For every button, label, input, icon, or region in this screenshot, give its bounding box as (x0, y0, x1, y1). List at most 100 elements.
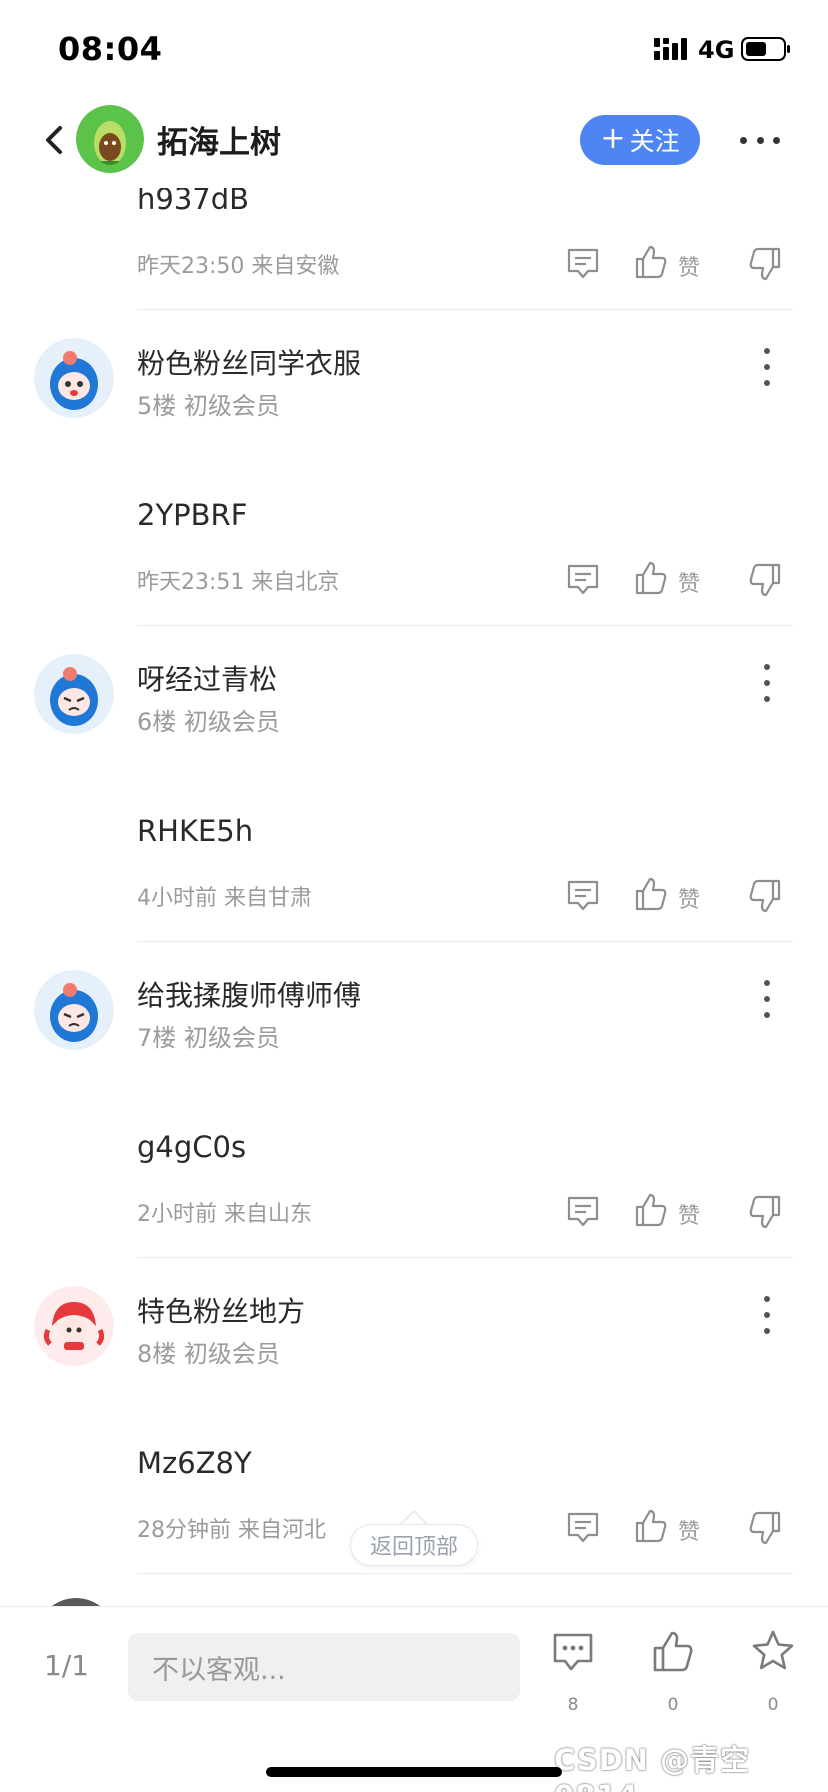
divider (137, 625, 793, 626)
dot-icon (764, 696, 770, 702)
forum-title[interactable]: 拓海上树 (157, 117, 281, 162)
dot-icon (764, 1328, 770, 1334)
like-button[interactable]: 0 (643, 1629, 703, 1715)
dot-icon (740, 136, 747, 144)
comment-icon[interactable] (566, 1510, 600, 1544)
bottom-bar: 1/1 不以客观... 8 0 0 CSDN @青空0814 (0, 1606, 828, 1792)
reply-actions: 赞 (566, 244, 786, 284)
favorite-count: 0 (767, 1695, 779, 1715)
top-nav: 拓海上树 + 关注 (0, 92, 828, 188)
reply-text: Mz6Z8Y (137, 1446, 252, 1480)
comment-icon[interactable] (566, 878, 600, 912)
reply-meta: 28分钟前 来自河北 (137, 1518, 326, 1543)
dot-icon (764, 996, 770, 1002)
reply-text: g4gC0s (137, 1130, 247, 1164)
reply-meta: 4小时前 来自甘肃 (137, 886, 312, 911)
reply-input[interactable]: 不以客观... (128, 1633, 520, 1701)
floor-menu-button[interactable] (760, 664, 774, 702)
reply-list: h937dB 昨天23:50 来自安徽 赞 粉色粉丝同学衣服 5楼 初级会员 2… (0, 188, 828, 1606)
dot-icon (764, 680, 770, 686)
user-level: 8楼 初级会员 (137, 1340, 280, 1368)
forum-avatar[interactable] (76, 105, 144, 173)
thumbs-up-icon[interactable] (634, 876, 668, 912)
battery-icon (741, 37, 790, 61)
like-label[interactable]: 赞 (678, 1198, 700, 1230)
thumbs-down-icon[interactable] (748, 246, 782, 282)
user-name[interactable]: 特色粉丝地方 (137, 1290, 305, 1330)
watermark: CSDN @青空0814 (554, 1743, 751, 1792)
floor-menu-button[interactable] (760, 980, 774, 1018)
user-avatar[interactable] (34, 970, 114, 1050)
avatar-icon (34, 1286, 114, 1366)
thumbs-down-icon[interactable] (748, 562, 782, 598)
thumbs-up-icon[interactable] (634, 1508, 668, 1544)
comment-icon[interactable] (566, 562, 600, 596)
thumbs-down-icon[interactable] (748, 1510, 782, 1546)
back-to-top-button[interactable]: 返回顶部 (350, 1524, 478, 1566)
page-indicator[interactable]: 1/1 (44, 1649, 89, 1682)
chevron-left-icon (46, 126, 62, 154)
like-label[interactable]: 赞 (678, 882, 700, 914)
dot-icon (764, 348, 770, 354)
thumbs-up-icon[interactable] (634, 244, 668, 280)
floor-menu-button[interactable] (760, 1296, 774, 1334)
like-label[interactable]: 赞 (678, 1514, 700, 1546)
dot-icon (764, 364, 770, 370)
follow-label: 关注 (629, 127, 680, 156)
reply-actions: 赞 (566, 1508, 786, 1548)
reply-text: 2YPBRF (137, 498, 248, 532)
home-indicator[interactable] (266, 1767, 562, 1777)
dot-icon (773, 136, 780, 144)
thumbs-up-icon[interactable] (634, 560, 668, 596)
user-name[interactable]: 给我揉腹师傅师傅 (137, 974, 361, 1014)
floor-menu-button[interactable] (760, 348, 774, 386)
comment-icon[interactable] (566, 246, 600, 280)
dot-icon (764, 1012, 770, 1018)
network-label: 4G (698, 36, 735, 64)
user-avatar[interactable] (34, 338, 114, 418)
more-options-button[interactable] (740, 126, 780, 154)
dot-icon (764, 380, 770, 386)
avatar-icon (34, 654, 114, 734)
star-icon (752, 1630, 794, 1670)
like-label[interactable]: 赞 (678, 566, 700, 598)
reply-actions: 赞 (566, 560, 786, 600)
comments-button[interactable]: 8 (543, 1629, 603, 1715)
reply-meta: 昨天23:51 来自北京 (137, 570, 340, 595)
reply-actions: 赞 (566, 1192, 786, 1232)
avatar-icon (34, 338, 114, 418)
reply-meta: 2小时前 来自山东 (137, 1202, 312, 1227)
divider (137, 1257, 793, 1258)
reply-text: RHKE5h (137, 814, 254, 848)
thumbs-up-icon (653, 1631, 693, 1672)
user-avatar[interactable] (34, 654, 114, 734)
user-level: 7楼 初级会员 (137, 1024, 280, 1052)
thumbs-up-icon[interactable] (634, 1192, 668, 1228)
follow-button[interactable]: + 关注 (580, 115, 700, 165)
favorite-button[interactable]: 0 (743, 1629, 803, 1715)
user-level: 5楼 初级会员 (137, 392, 280, 420)
comment-bubble-icon (553, 1633, 593, 1671)
thumbs-down-icon[interactable] (748, 878, 782, 914)
user-name[interactable]: 粉色粉丝同学衣服 (137, 342, 361, 382)
dot-icon (764, 664, 770, 670)
back-button[interactable] (38, 122, 70, 158)
status-bar: 08:04 4G (0, 0, 828, 92)
thumbs-down-icon[interactable] (748, 1194, 782, 1230)
comment-count: 8 (567, 1695, 579, 1715)
reply-actions: 赞 (566, 876, 786, 916)
status-time: 08:04 (58, 30, 163, 68)
reply-text: h937dB (137, 188, 250, 216)
divider (137, 309, 793, 310)
signal-icon (654, 38, 687, 60)
avatar-icon (34, 970, 114, 1050)
divider (137, 1573, 793, 1574)
dot-icon (764, 1312, 770, 1318)
comment-icon[interactable] (566, 1194, 600, 1228)
user-avatar[interactable] (34, 1286, 114, 1366)
divider (137, 941, 793, 942)
user-level: 6楼 初级会员 (137, 708, 280, 736)
like-count: 0 (667, 1695, 679, 1715)
user-name[interactable]: 呀经过青松 (137, 658, 277, 698)
like-label[interactable]: 赞 (678, 250, 700, 282)
